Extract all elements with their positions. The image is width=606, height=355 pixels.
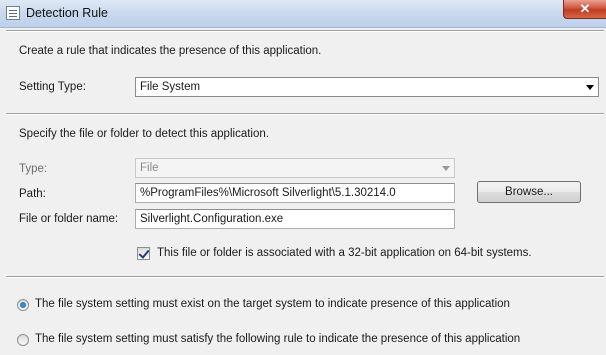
top-separator	[6, 30, 604, 32]
setting-type-dropdown[interactable]: File System	[135, 77, 599, 97]
chevron-down-icon	[582, 78, 598, 96]
radio-must-exist-label: The file system setting must exist on th…	[35, 298, 510, 310]
radio-must-satisfy[interactable]	[17, 334, 29, 346]
specify-text: Specify the file or folder to detect thi…	[19, 128, 269, 140]
type-value: File	[140, 162, 159, 174]
32bit-checkbox-label: This file or folder is associated with a…	[157, 247, 532, 259]
setting-type-label: Setting Type:	[19, 81, 86, 93]
32bit-checkbox[interactable]	[137, 247, 150, 260]
type-dropdown: File	[135, 158, 455, 178]
radio-must-exist[interactable]	[17, 299, 29, 311]
setting-type-value: File System	[140, 81, 201, 93]
title-bar: Detection Rule ✕	[0, 0, 606, 28]
path-input[interactable]: %ProgramFiles%\Microsoft Silverlight\5.1…	[135, 183, 455, 203]
dialog-body: Create a rule that indicates the presenc…	[0, 28, 606, 355]
chevron-down-icon	[438, 159, 454, 177]
radio-must-satisfy-label: The file system setting must satisfy the…	[35, 333, 521, 345]
file-name-value: Silverlight.Configuration.exe	[140, 213, 284, 225]
file-name-label: File or folder name:	[19, 213, 119, 225]
type-label: Type:	[19, 163, 48, 175]
bottom-separator	[6, 276, 604, 278]
path-label: Path:	[19, 188, 46, 200]
window-icon	[6, 6, 20, 20]
window-title: Detection Rule	[26, 6, 108, 20]
intro-text: Create a rule that indicates the presenc…	[19, 45, 322, 57]
file-name-input[interactable]: Silverlight.Configuration.exe	[135, 209, 455, 229]
section-separator	[6, 113, 604, 115]
browse-button[interactable]: Browse...	[477, 181, 581, 203]
close-button[interactable]: ✕	[563, 0, 606, 19]
path-value: %ProgramFiles%\Microsoft Silverlight\5.1…	[140, 187, 396, 199]
